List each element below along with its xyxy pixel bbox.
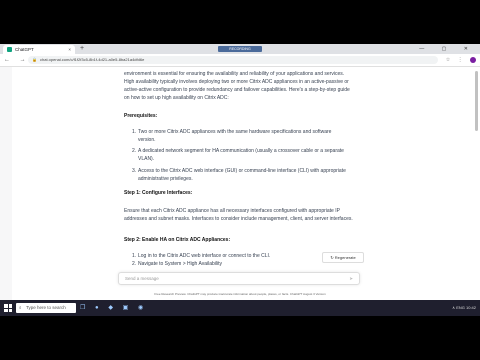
sidebar-strip xyxy=(0,67,12,316)
url-input[interactable]: 🔒 chat.openai.com/c/f1f2f3c5-8b1f-4d21-a… xyxy=(28,56,438,64)
message-input[interactable]: Send a message ➤ xyxy=(118,272,360,285)
address-bar: ← → ⟳ 🔒 chat.openai.com/c/f1f2f3c5-8b1f-… xyxy=(0,54,480,67)
taskbar-search-placeholder: Type here to search xyxy=(26,305,66,310)
windows-start-icon[interactable] xyxy=(4,304,12,312)
intro-paragraph: environment is essential for ensuring th… xyxy=(124,71,350,101)
message-placeholder: Send a message xyxy=(125,276,159,281)
taskbar-app-icons[interactable]: ❐ ● ◆ ▣ ◉ xyxy=(80,303,147,313)
scrollbar[interactable] xyxy=(475,71,478,131)
screen: ChatGPT × + RECORDING — ▢ ✕ ← → ⟳ 🔒 chat… xyxy=(0,44,480,316)
tab-title: ChatGPT xyxy=(15,47,34,52)
tab-chatgpt[interactable]: ChatGPT × xyxy=(3,45,75,54)
send-icon[interactable]: ➤ xyxy=(349,273,353,284)
url-text: chat.openai.com/c/f1f2f3c5-8b1f-4d21-a0e… xyxy=(40,57,145,62)
regenerate-button[interactable]: ↻ Regenerate xyxy=(322,252,364,263)
search-icon: ⌕ xyxy=(19,305,22,310)
chatgpt-favicon-icon xyxy=(7,47,12,52)
lock-icon: 🔒 xyxy=(32,57,37,62)
taskbar: ⌕ Type here to search ❐ ● ◆ ▣ ◉ ∧ ENG 10… xyxy=(0,300,480,316)
tab-close-icon[interactable]: × xyxy=(68,45,71,54)
chat-content: environment is essential for ensuring th… xyxy=(0,67,480,316)
tab-bar: ChatGPT × + RECORDING — ▢ ✕ xyxy=(0,44,480,54)
step1-text: Ensure that each Citrix ADC appliance ha… xyxy=(124,208,353,222)
avatar[interactable] xyxy=(470,56,476,63)
window-controls[interactable]: — ▢ ✕ xyxy=(419,44,476,54)
new-tab-button[interactable]: + xyxy=(80,44,84,54)
system-tray[interactable]: ∧ ENG 10:42 xyxy=(452,300,476,316)
step2-heading: Step 2: Enable HA on Citrix ADC Applianc… xyxy=(124,237,231,243)
toolbar-right: ☆ ⋮ xyxy=(446,54,476,66)
footer-disclaimer: Free Research Preview. ChatGPT may produ… xyxy=(154,292,326,296)
recording-badge: RECORDING xyxy=(218,46,262,52)
prereq-heading: Prerequisites: xyxy=(124,113,158,119)
taskbar-search-input[interactable]: ⌕ Type here to search xyxy=(16,303,76,313)
step1-heading: Step 1: Configure Interfaces: xyxy=(124,190,193,196)
